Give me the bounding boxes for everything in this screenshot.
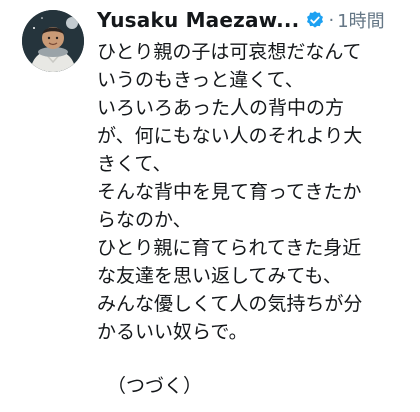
tweet-text-line: かるいい奴らで。 [97,321,248,343]
tweet-text-line: が、何にもない人のそれより大 [97,125,363,147]
tweet-timestamp[interactable]: 1時間 [337,7,384,33]
tweet[interactable]: Yusaku Maezaw... · 1時間 ひとり親の子は可哀想だなんて いう… [0,0,420,412]
author-name[interactable]: Yusaku Maezaw... [97,8,299,32]
separator-dot: · [328,9,335,31]
tweet-text-line: な友達を思い返してみても、 [97,265,342,287]
tweet-text: ひとり親の子は可哀想だなんて いうのもきっと違くて、 いろいろあった人の背中の方… [97,38,413,346]
tweet-text-line: ひとり親の子は可哀想だなんて [97,41,362,63]
tweet-text-line: そんな背中を見て育ってきたか [97,181,362,203]
avatar-image [22,10,84,72]
tweet-text-line: らなのか、 [97,209,192,231]
tweet-text-line: いうのもきっと違くて、 [97,69,304,91]
tweet-text-line: みんな優しくて人の気持ちが分 [97,293,363,315]
tweet-header: Yusaku Maezaw... · 1時間 [97,5,416,35]
author-avatar[interactable] [22,10,84,72]
tweet-text-line: いろいろあった人の背中の方 [97,97,345,119]
verified-badge-icon [305,10,325,30]
tweet-text-line: きくて、 [97,153,172,175]
tweet-text-line: ひとり親に育てられてきた身近 [97,237,362,259]
tweet-closing-text: （つづく） [107,375,203,397]
